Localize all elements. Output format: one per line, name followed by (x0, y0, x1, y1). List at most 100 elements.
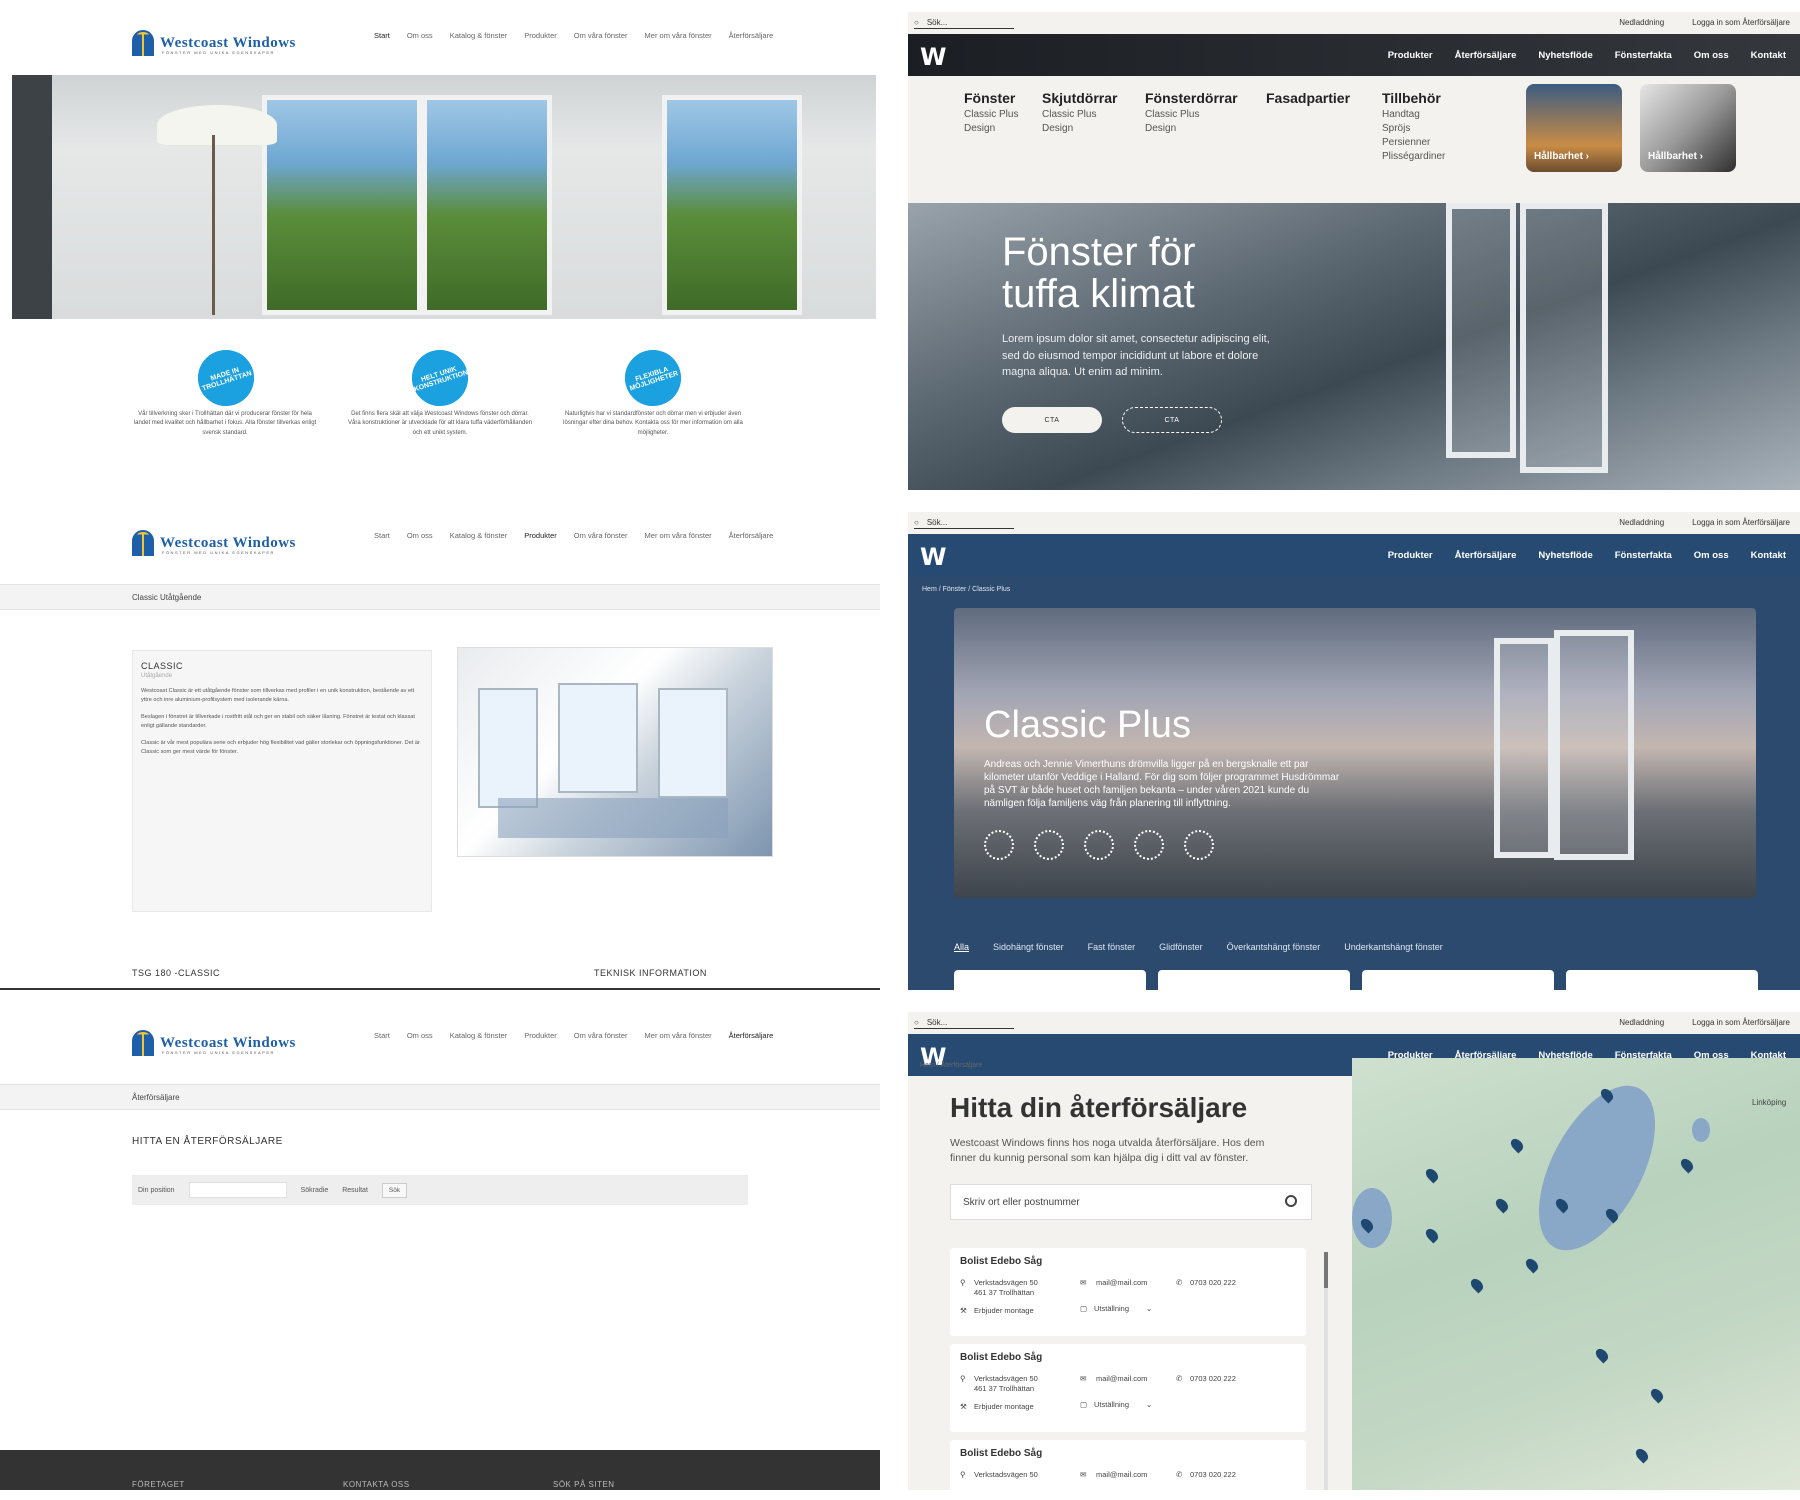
map-pin-icon[interactable] (1423, 1226, 1441, 1244)
nav-om-oss[interactable]: Om oss (1694, 550, 1729, 561)
nav-om-vara-fonster[interactable]: Om våra fönster (574, 1031, 628, 1040)
nav-om-oss[interactable]: Om oss (407, 31, 433, 40)
dealer-showroom[interactable]: Utställning (1094, 1400, 1129, 1409)
mega-item[interactable]: Design (964, 123, 1018, 134)
map-pin-icon[interactable] (1678, 1156, 1696, 1174)
mega-item[interactable]: Plisségardiner (1382, 151, 1445, 162)
login-link[interactable]: Logga in som Återförsäljare (1692, 518, 1790, 527)
nav-kontakt[interactable]: Kontakt (1751, 50, 1786, 61)
mega-item[interactable]: Classic Plus (964, 109, 1018, 120)
promo-card[interactable]: Hållbarhet › (1526, 84, 1622, 172)
nav-katalog[interactable]: Katalog & fönster (450, 31, 508, 40)
nav-aterforsaljare[interactable]: Återförsäljare (1455, 50, 1517, 61)
mega-heading[interactable]: Fönster (964, 90, 1018, 106)
footer-search[interactable]: SÖK PÅ SITEN (553, 1480, 615, 1489)
map-pin-icon[interactable] (1593, 1346, 1611, 1364)
download-link[interactable]: Nedladdning (1619, 18, 1664, 27)
chevron-down-icon[interactable]: ⌄ (1146, 1400, 1152, 1409)
map-pin-icon[interactable] (1523, 1256, 1541, 1274)
dealer-list-scrollbar[interactable] (1324, 1252, 1328, 1490)
mega-item[interactable]: Design (1042, 123, 1117, 134)
nav-om-vara-fonster[interactable]: Om våra fönster (574, 531, 628, 540)
dealer-card[interactable]: Bolist Edebo Såg ⚲ Verkstadsvägen 50 461… (950, 1248, 1306, 1336)
footer-company[interactable]: FÖRETAGET (132, 1480, 185, 1489)
tab-glid[interactable]: Glidfönster (1159, 942, 1203, 952)
map-pin-icon[interactable] (1423, 1166, 1441, 1184)
nav-start[interactable]: Start (374, 1031, 390, 1040)
dealer-map[interactable]: Linköping (1352, 1058, 1800, 1490)
nav-om-oss[interactable]: Om oss (407, 1031, 433, 1040)
search-icon[interactable] (1285, 1195, 1297, 1207)
mega-heading[interactable]: Tillbehör (1382, 90, 1445, 106)
download-link[interactable]: Nedladdning (1619, 518, 1664, 527)
download-link[interactable]: Nedladdning (1619, 1018, 1664, 1027)
search-button[interactable]: Sök (381, 1182, 408, 1198)
nav-nyhetsflode[interactable]: Nyhetsflöde (1538, 550, 1592, 561)
nav-fonsterfakta[interactable]: Fönsterfakta (1615, 50, 1672, 61)
w-logo-icon[interactable]: W (920, 543, 947, 571)
mega-heading[interactable]: Fasadpartier (1266, 90, 1350, 106)
nav-fonsterfakta[interactable]: Fönsterfakta (1615, 550, 1672, 561)
nav-produkter[interactable]: Produkter (524, 1031, 557, 1040)
tab-underkant[interactable]: Underkantshängt fönster (1344, 942, 1443, 952)
dealer-phone[interactable]: 0703 020 222 (1190, 1470, 1236, 1479)
nav-start[interactable]: Start (374, 531, 390, 540)
nav-start[interactable]: Start (374, 31, 390, 40)
nav-produkter[interactable]: Produkter (1388, 50, 1433, 61)
promo-card[interactable]: Hållbarhet › (1640, 84, 1736, 172)
map-pin-icon[interactable] (1508, 1136, 1526, 1154)
tab-sidohangt[interactable]: Sidohängt fönster (993, 942, 1064, 952)
nav-produkter[interactable]: Produkter (524, 531, 557, 540)
chevron-down-icon[interactable]: ⌄ (1146, 1304, 1152, 1313)
search-field[interactable]: ○ Sök... (914, 1018, 1014, 1029)
cta-secondary-button[interactable]: CTA (1122, 407, 1222, 433)
map-pin-icon[interactable] (1493, 1196, 1511, 1214)
product-card[interactable] (1362, 970, 1554, 990)
map-pin-icon[interactable] (1648, 1386, 1666, 1404)
footer-contact[interactable]: KONTAKTA OSS (343, 1480, 410, 1489)
nav-produkter[interactable]: Produkter (1388, 550, 1433, 561)
nav-om-oss[interactable]: Om oss (1694, 50, 1729, 61)
nav-mer-om[interactable]: Mer om våra fönster (645, 531, 712, 540)
map-pin-icon[interactable] (1468, 1276, 1486, 1294)
mega-item[interactable]: Classic Plus (1042, 109, 1117, 120)
nav-aterforsaljare[interactable]: Återförsäljare (729, 531, 774, 540)
map-pin-icon[interactable] (1633, 1446, 1651, 1464)
nav-om-vara-fonster[interactable]: Om våra fönster (574, 31, 628, 40)
mega-item[interactable]: Classic Plus (1145, 109, 1238, 120)
mega-item[interactable]: Handtag (1382, 109, 1445, 120)
nav-kontakt[interactable]: Kontakt (1751, 550, 1786, 561)
login-link[interactable]: Logga in som Återförsäljare (1692, 18, 1790, 27)
mega-heading[interactable]: Skjutdörrar (1042, 90, 1117, 106)
w-logo-icon[interactable]: W (920, 43, 947, 71)
nav-katalog[interactable]: Katalog & fönster (450, 1031, 508, 1040)
nav-katalog[interactable]: Katalog & fönster (450, 531, 508, 540)
cta-primary-button[interactable]: CTA (1002, 407, 1102, 433)
login-link[interactable]: Logga in som Återförsäljare (1692, 1018, 1790, 1027)
dealer-email[interactable]: mail@mail.com (1096, 1374, 1147, 1383)
nav-aterforsaljare[interactable]: Återförsäljare (729, 31, 774, 40)
tab-fast[interactable]: Fast fönster (1088, 942, 1136, 952)
dealer-card[interactable]: Bolist Edebo Såg ⚲ Verkstadsvägen 50 ✉ m… (950, 1440, 1306, 1490)
nav-aterforsaljare[interactable]: Återförsäljare (1455, 550, 1517, 561)
nav-mer-om[interactable]: Mer om våra fönster (645, 1031, 712, 1040)
nav-nyhetsflode[interactable]: Nyhetsflöde (1538, 50, 1592, 61)
product-card[interactable] (1158, 970, 1350, 990)
dealer-email[interactable]: mail@mail.com (1096, 1470, 1147, 1479)
position-input[interactable] (188, 1182, 287, 1198)
product-card[interactable] (954, 970, 1146, 990)
nav-produkter[interactable]: Produkter (524, 31, 557, 40)
dealer-showroom[interactable]: Utställning (1094, 1304, 1129, 1313)
mega-item[interactable]: Persienner (1382, 137, 1445, 148)
tab-overkant[interactable]: Överkantshängt fönster (1227, 942, 1321, 952)
nav-aterforsaljare[interactable]: Återförsäljare (729, 1031, 774, 1040)
dealer-phone[interactable]: 0703 020 222 (1190, 1278, 1236, 1287)
nav-mer-om[interactable]: Mer om våra fönster (645, 31, 712, 40)
logo[interactable]: Westcoast Windows FÖNSTER MED UNIKA EGEN… (132, 1030, 296, 1056)
dealer-email[interactable]: mail@mail.com (1096, 1278, 1147, 1287)
dealer-phone[interactable]: 0703 020 222 (1190, 1374, 1236, 1383)
mega-heading[interactable]: Fönsterdörrar (1145, 90, 1238, 106)
mega-item[interactable]: Design (1145, 123, 1238, 134)
dealer-search-input[interactable]: Skriv ort eller postnummer (950, 1184, 1312, 1220)
tab-alla[interactable]: Alla (954, 942, 969, 952)
